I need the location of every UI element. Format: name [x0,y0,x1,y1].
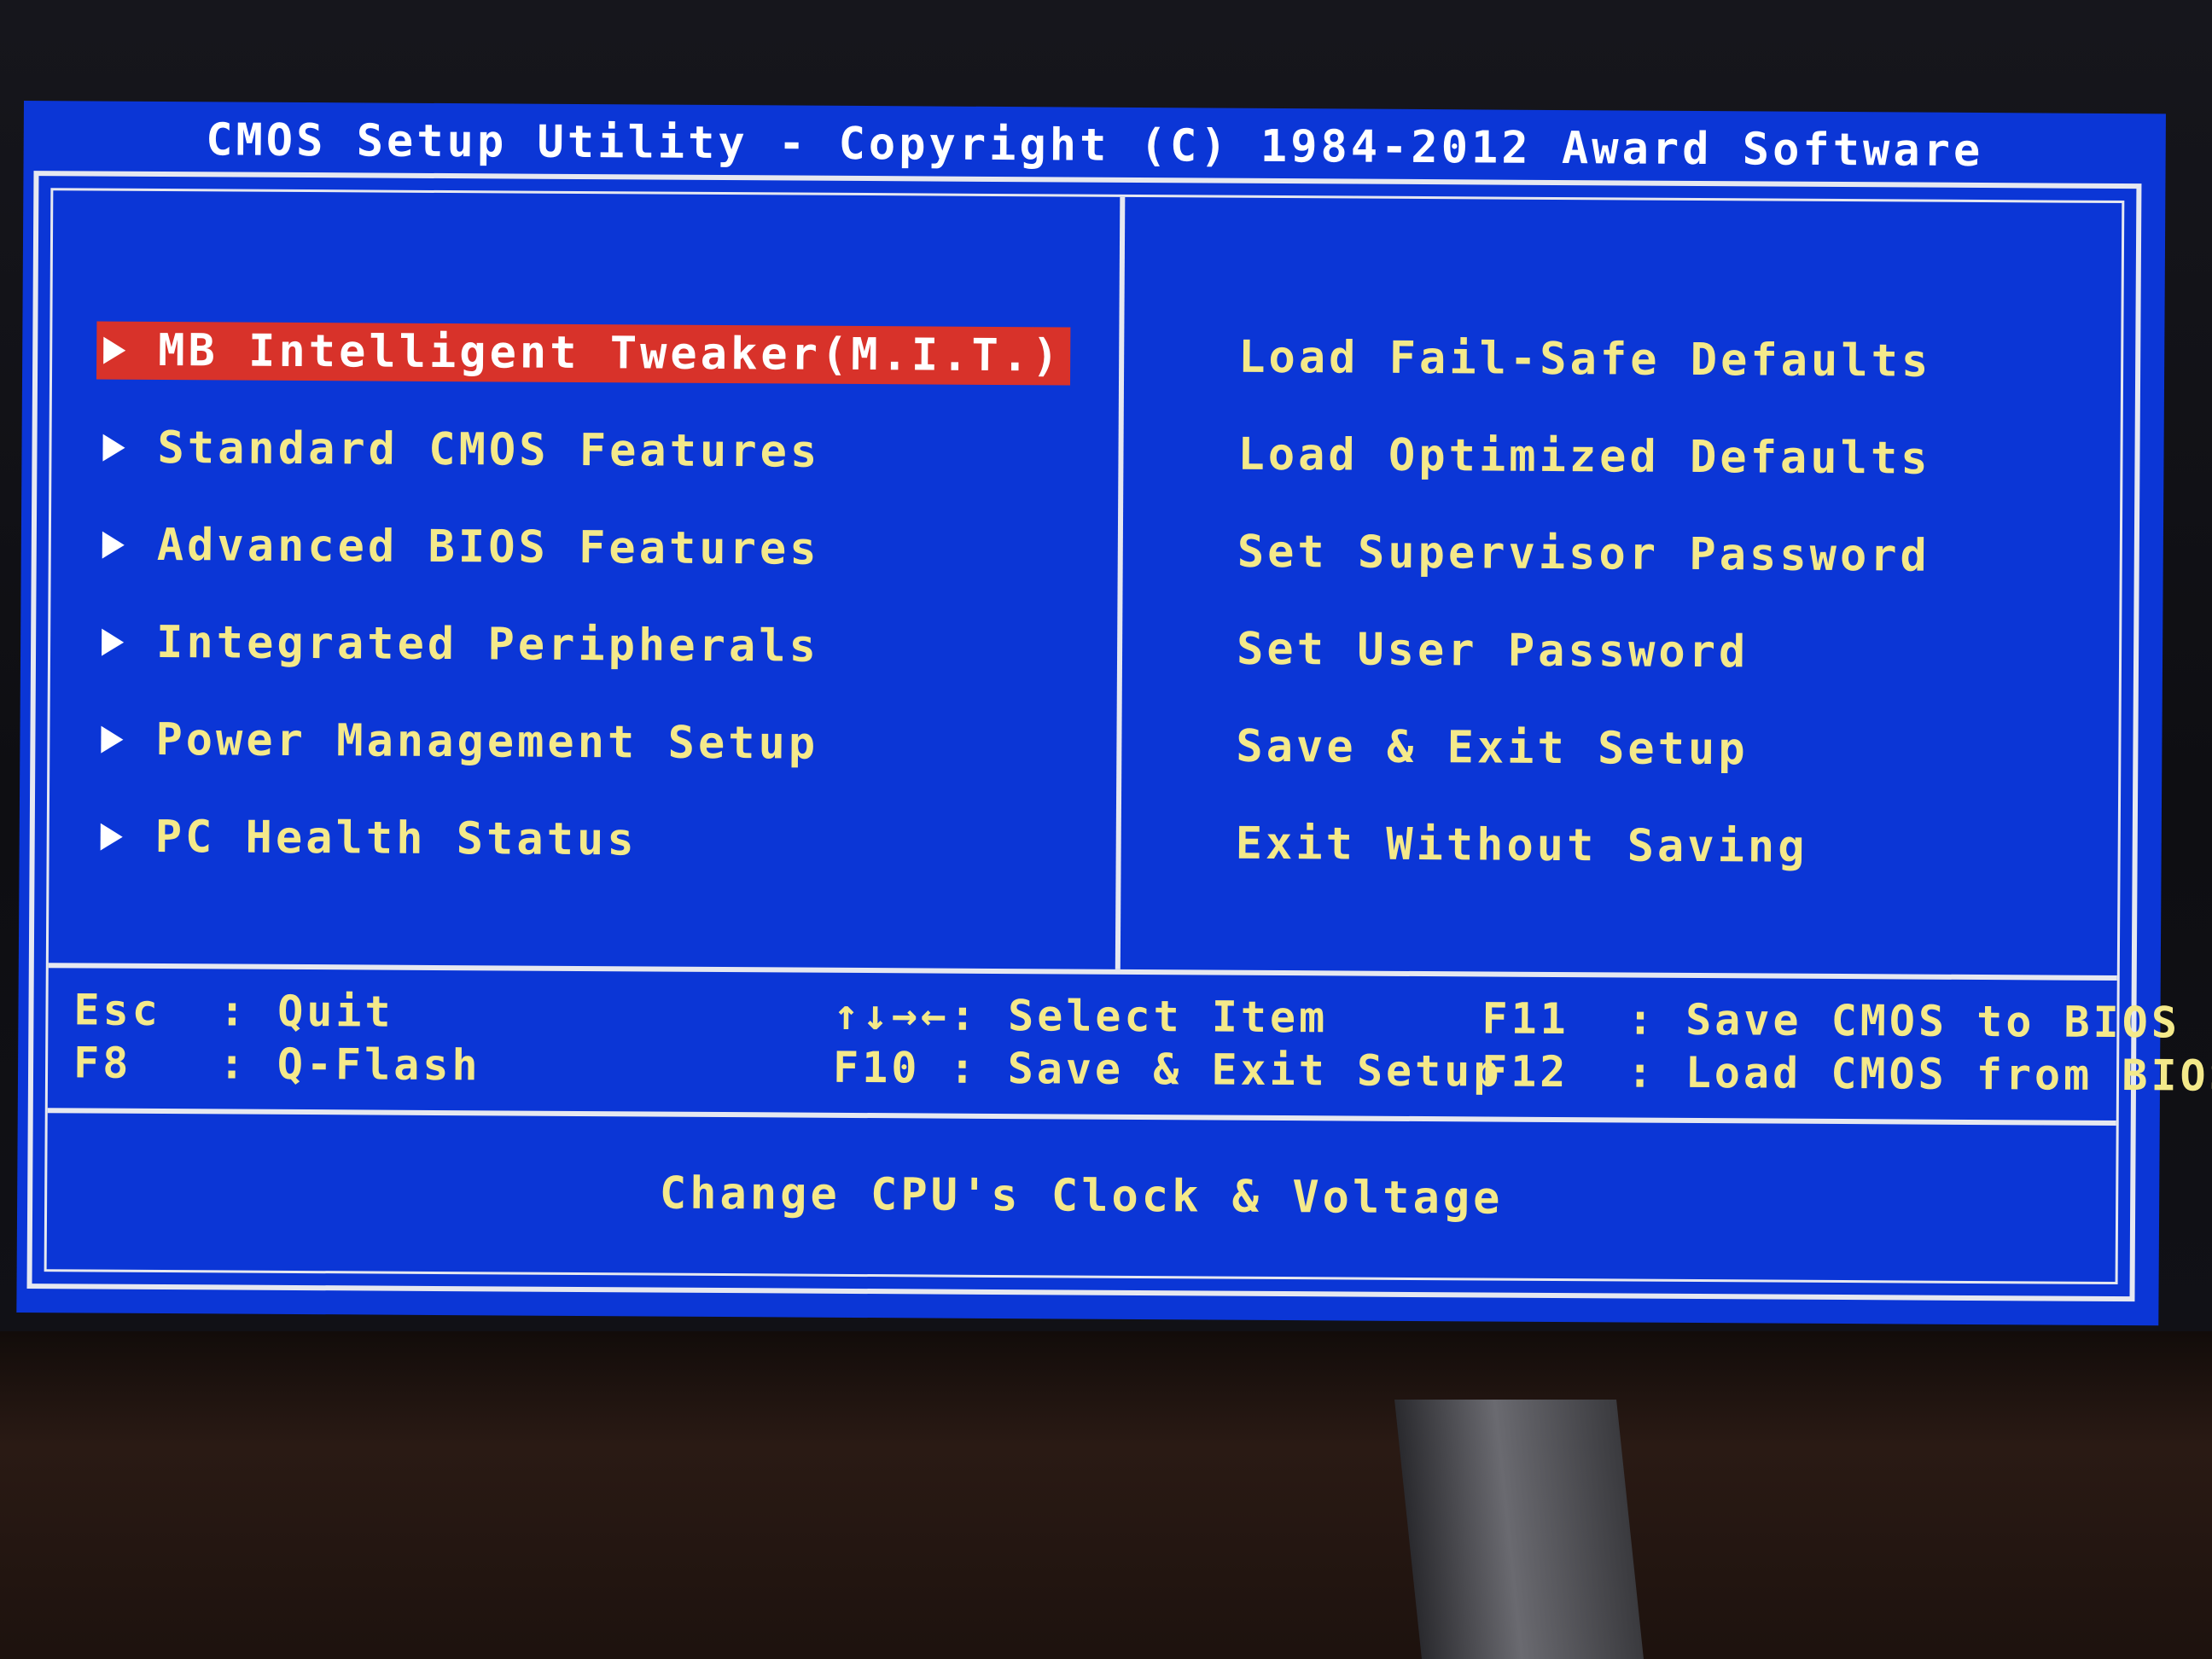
menu-item-label: PC Health Status [154,811,637,866]
menu-item-label: Save & Exit Setup [1236,720,1749,776]
selection-highlight: MB Intelligent Tweaker(M.I.T.) [96,321,1071,386]
menu-item-save-exit[interactable]: Save & Exit Setup [1236,698,1930,800]
menu-item-label: Power Management Setup [155,713,819,770]
submenu-arrow-icon [102,628,125,656]
menu-item-load-optimized[interactable]: Load Optimized Defaults [1237,406,1931,508]
inner-frame: MB Intelligent Tweaker(M.I.T.) Standard … [44,188,2212,1285]
menu-item-load-fail-safe[interactable]: Load Fail-Safe Defaults [1238,309,1932,410]
help-f10-save-exit: F10 : Save & Exit Setup [832,1042,1503,1097]
key-help-bar: Esc : Quit F8 : Q-Flash ↑↓→←: Select Ite… [48,968,2212,1121]
menu-item-pc-health[interactable]: PC Health Status [100,789,1068,892]
help-esc-quit: Esc : Quit [73,985,394,1037]
right-menu: Load Fail-Safe Defaults Load Optimized D… [1235,309,1932,897]
menu-item-label: MB Intelligent Tweaker(M.I.T.) [158,324,1062,382]
help-f12-load-cmos: F12 : Load CMOS from BIOS [1481,1046,2212,1101]
menu-item-advanced-bios[interactable]: Advanced BIOS Features [102,497,1069,600]
desk-surface [0,1331,2212,1659]
bios-screen: CMOS Setup Utility - Copyright (C) 1984-… [16,101,2212,1326]
submenu-arrow-icon [100,823,123,851]
menu-item-label: Set User Password [1236,623,1749,678]
menu-item-user-password[interactable]: Set User Password [1237,601,1930,702]
submenu-arrow-icon [101,725,124,754]
item-help-status: Change CPU's Clock & Voltage [659,1167,1504,1225]
monitor-stand [1394,1400,1644,1659]
help-select-item: ↑↓→←: Select Item [833,989,1329,1043]
menu-item-label: Standard CMOS Features [157,422,821,478]
menu-item-power-management[interactable]: Power Management Setup [101,691,1068,795]
menu-item-label: Exit Without Saving [1235,818,1808,873]
menu-item-label: Load Optimized Defaults [1237,428,1931,485]
submenu-arrow-icon [102,531,125,559]
menu-item-mit[interactable]: MB Intelligent Tweaker(M.I.T.) [96,302,1071,405]
help-f8-qflash: F8 : Q-Flash [73,1038,481,1091]
left-menu: MB Intelligent Tweaker(M.I.T.) Standard … [96,302,1071,892]
menu-item-label: Load Fail-Safe Defaults [1238,331,1932,387]
help-f11-save-cmos: F11 : Save CMOS to BIOS [1481,993,2181,1048]
submenu-arrow-icon [103,336,126,364]
menu-item-label: Advanced BIOS Features [156,519,820,575]
main-frame: MB Intelligent Tweaker(M.I.T.) Standard … [26,171,2212,1302]
menu-item-supervisor-password[interactable]: Set Supervisor Password [1237,504,1930,605]
menu-item-label: Set Supervisor Password [1237,526,1931,582]
menu-item-label: Integrated Peripherals [155,616,820,672]
vertical-divider [1115,196,1126,969]
menu-item-standard-cmos[interactable]: Standard CMOS Features [102,399,1070,503]
submenu-arrow-icon [102,434,125,462]
menu-item-integrated-peripherals[interactable]: Integrated Peripherals [102,594,1069,697]
menu-item-exit-without-saving[interactable]: Exit Without Saving [1235,795,1929,897]
